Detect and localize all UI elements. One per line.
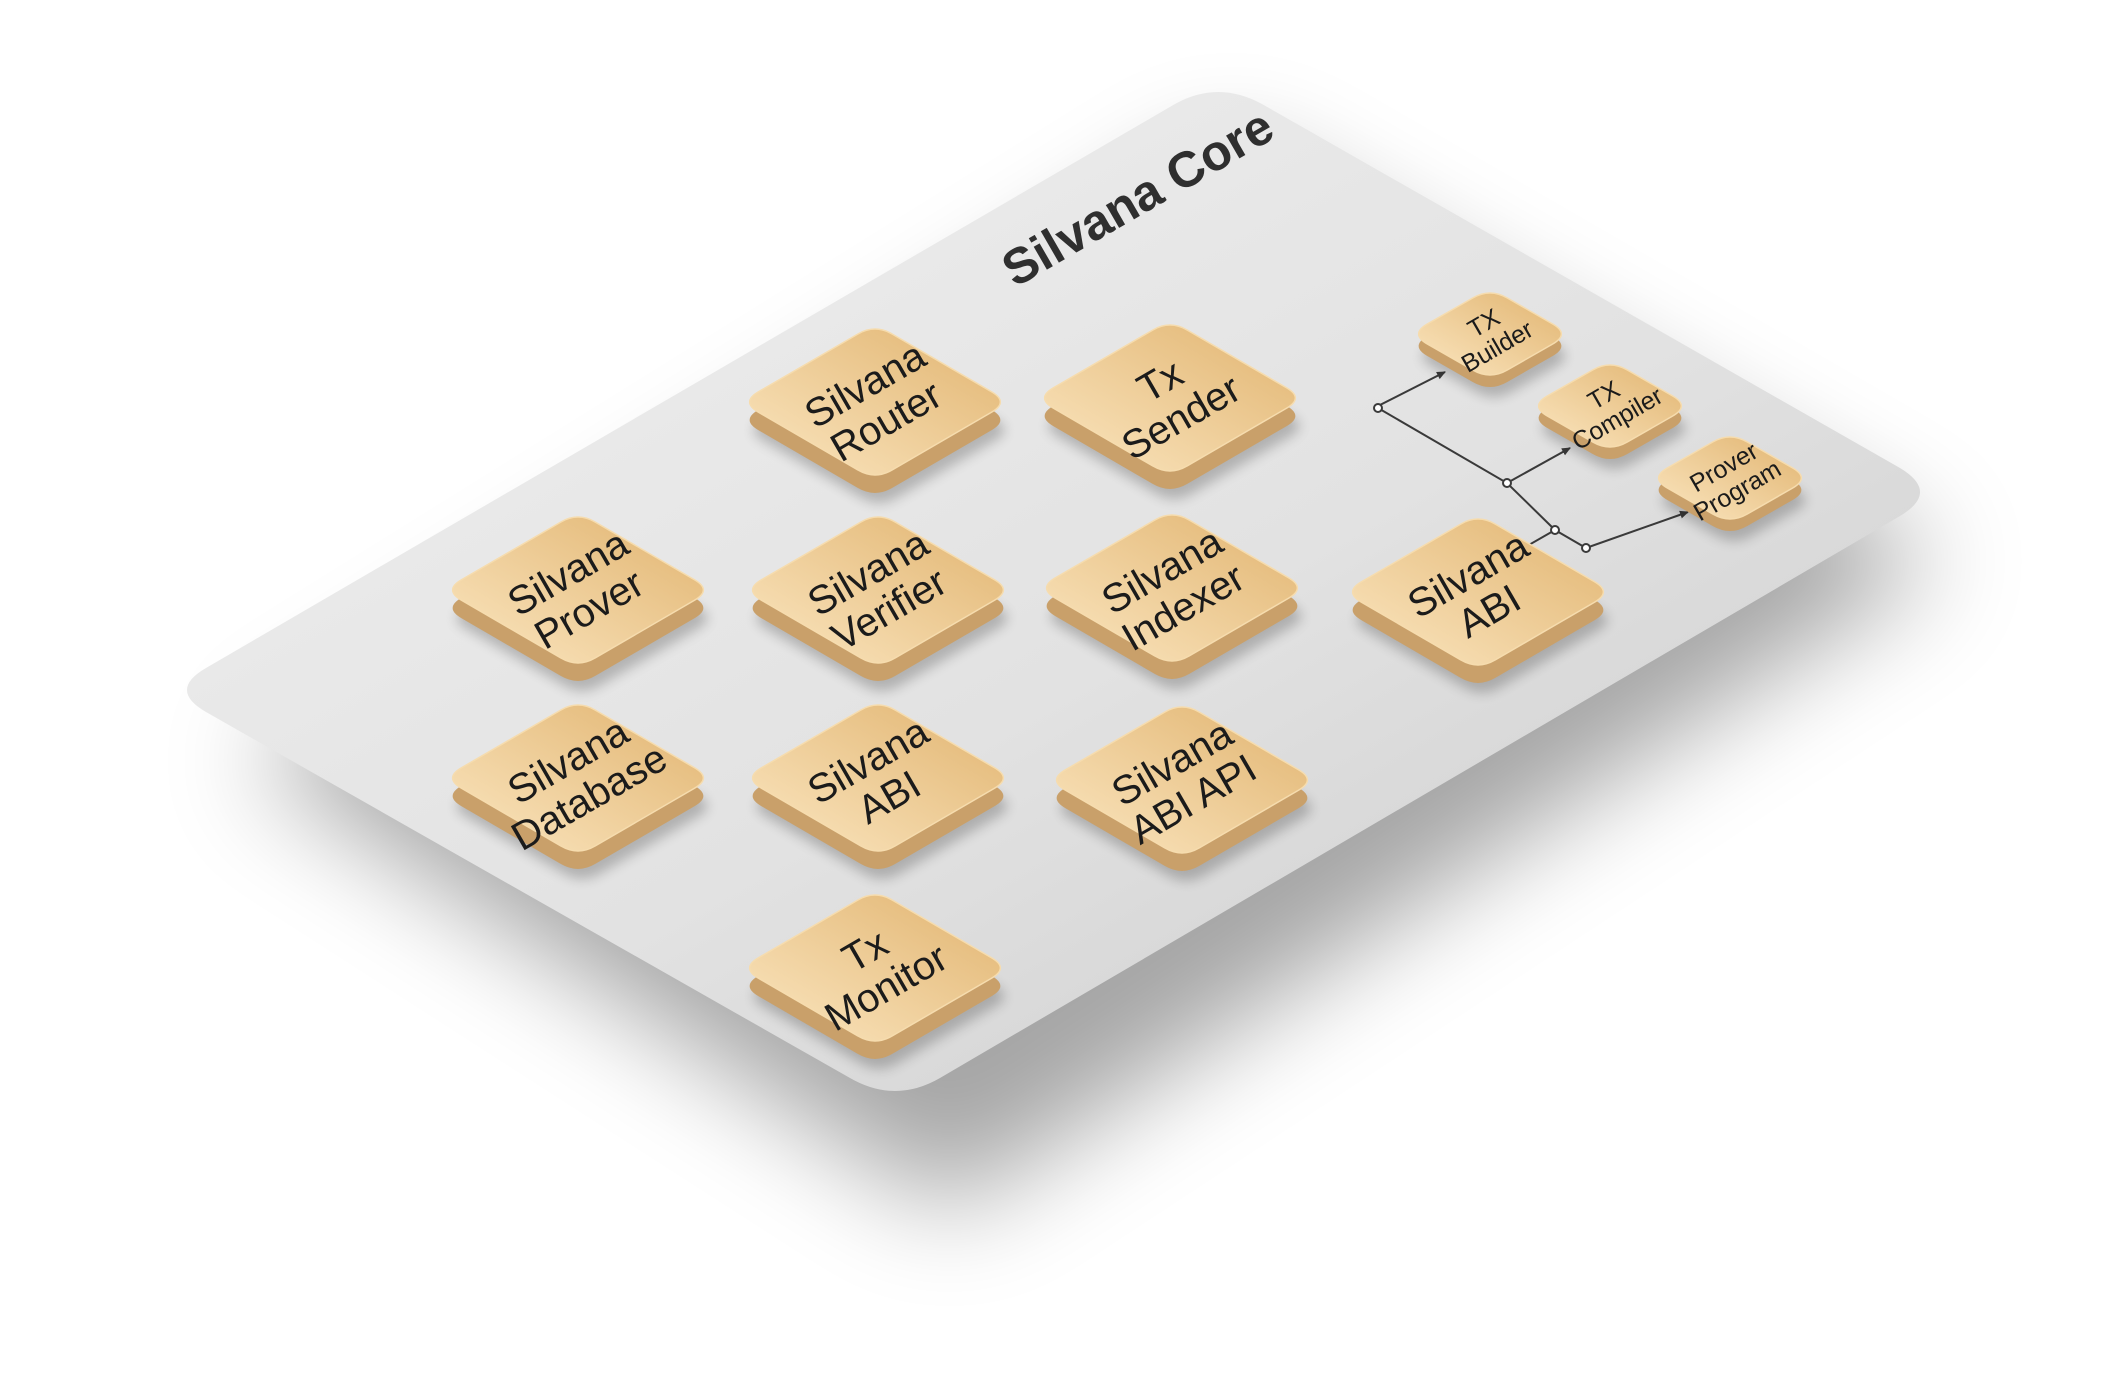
connector-node [1502,478,1512,488]
architecture-diagram: Silvana Core TXBuilderTXCompilerProverPr… [187,92,1940,1210]
connector-node [1550,525,1560,535]
connector-node [1373,403,1383,413]
connector-node [1581,543,1591,553]
